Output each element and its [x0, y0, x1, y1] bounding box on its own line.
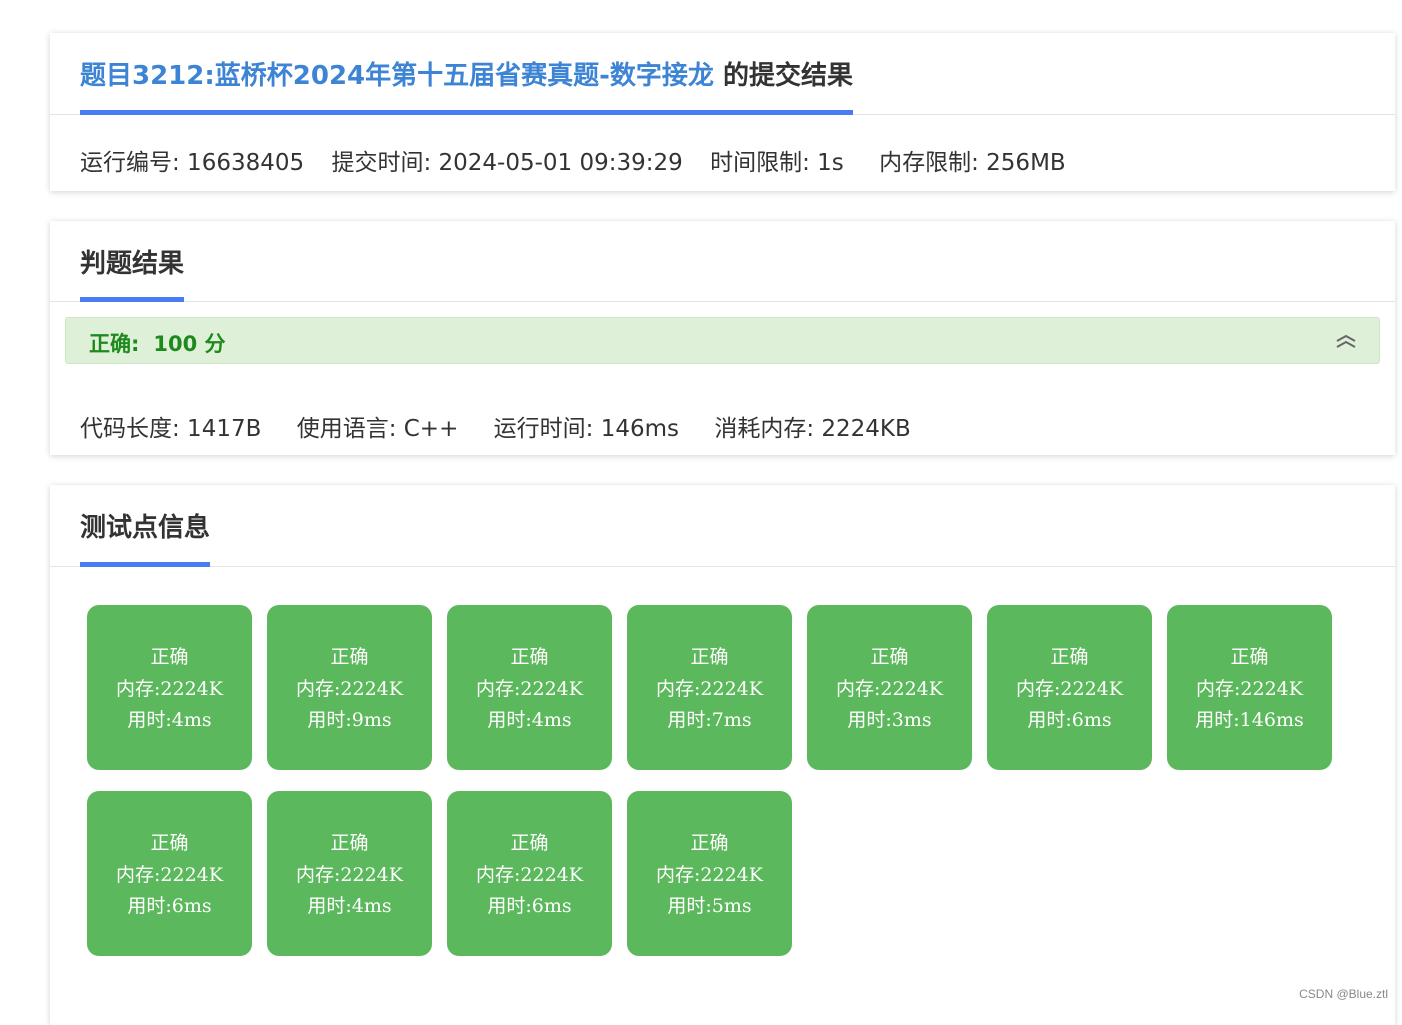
testcase-memory: 内存:2224K [116, 677, 223, 700]
testcase-time: 用时:146ms [1195, 709, 1304, 731]
testcase-status: 正确 [690, 832, 729, 854]
testcase-heading: 测试点信息 [80, 507, 211, 567]
testcase-memory: 内存:2224K [476, 677, 583, 700]
testcase-memory: 内存:2224K [836, 677, 943, 700]
testcase-status: 正确 [1230, 646, 1269, 668]
testcase-tile[interactable]: 正确内存:2224K 用时:4ms [87, 605, 252, 770]
submission-panel: 题目3212:蓝桥杯2024年第十五届省赛真题-数字接龙 的提交结果 运行编号:… [50, 33, 1395, 191]
result-status-text: 正确: 100 分 [89, 328, 226, 358]
testcase-time: 用时:9ms [307, 709, 392, 731]
page-title-suffix: 的提交结果 [713, 61, 853, 91]
testcase-status: 正确 [510, 646, 549, 668]
testcase-memory: 内存:2224K [1196, 677, 1303, 700]
memory-limit: 内存限制: 256MB [879, 150, 1066, 176]
testcase-panel-header: 测试点信息 [50, 485, 1395, 567]
testcase-tile[interactable]: 正确内存:2224K 用时:4ms [267, 791, 432, 956]
testcase-memory: 内存:2224K [476, 863, 583, 886]
testcase-status: 正确 [690, 646, 729, 668]
testcase-time: 用时:4ms [487, 709, 572, 731]
submit-time: 提交时间: 2024-05-01 09:39:29 [331, 150, 683, 176]
run-time: 运行时间: 146ms [493, 416, 680, 442]
judge-stats-line: 代码长度: 1417B 使用语言: C++ 运行时间: 146ms 消耗内存: … [80, 409, 931, 443]
result-score: 100 分 [153, 332, 226, 356]
problem-title-link[interactable]: 题目3212:蓝桥杯2024年第十五届省赛真题-数字接龙 [80, 61, 714, 91]
testcase-time: 用时:5ms [667, 895, 752, 917]
testcase-time: 用时:3ms [847, 709, 932, 731]
judge-result-heading: 判题结果 [80, 243, 185, 302]
testcase-time: 用时:6ms [487, 895, 572, 917]
result-status: 正确: [89, 332, 140, 356]
result-status-bar[interactable]: 正确: 100 分 [65, 317, 1380, 364]
testcase-tile[interactable]: 正确内存:2224K 用时:5ms [627, 791, 792, 956]
submission-panel-header: 题目3212:蓝桥杯2024年第十五届省赛真题-数字接龙 的提交结果 [50, 33, 1395, 115]
testcase-tile[interactable]: 正确内存:2224K 用时:7ms [627, 605, 792, 770]
testcase-tile[interactable]: 正确内存:2224K 用时:6ms [987, 605, 1152, 770]
testcase-tile[interactable]: 正确内存:2224K 用时:6ms [87, 791, 252, 956]
testcase-time: 用时:6ms [127, 895, 212, 917]
double-chevron-up-icon[interactable] [1335, 332, 1357, 350]
time-limit: 时间限制: 1s [710, 150, 844, 176]
testcase-memory: 内存:2224K [656, 677, 763, 700]
testcase-tile[interactable]: 正确内存:2224K 用时:9ms [267, 605, 432, 770]
testcase-tile[interactable]: 正确内存:2224K 用时:146ms [1167, 605, 1332, 770]
run-id: 运行编号: 16638405 [80, 150, 305, 176]
testcase-tile[interactable]: 正确内存:2224K 用时:6ms [447, 791, 612, 956]
judge-result-header: 判题结果 [50, 221, 1395, 302]
language: 使用语言: C++ [296, 416, 459, 442]
memory-used: 消耗内存: 2224KB [714, 416, 911, 442]
testcase-memory: 内存:2224K [1016, 677, 1123, 700]
testcase-time: 用时:6ms [1027, 709, 1112, 731]
testcase-panel: 测试点信息 正确 内存:2224K 用时:4ms 正确 内存:2224K 用时:9ms 正确… [50, 485, 1395, 1025]
testcase-time: 用时:7ms [667, 709, 752, 731]
testcase-tile[interactable]: 正确内存:2224K 用时:4ms [447, 605, 612, 770]
testcase-tile[interactable]: 正确内存:2224K 用时:3ms [807, 605, 972, 770]
testcase-status: 正确 [510, 832, 549, 854]
testcase-status: 正确 [1050, 646, 1089, 668]
testcase-status: 正确 [150, 646, 189, 668]
judge-result-panel: 判题结果 正确: 100 分 代码长度: 1417B 使用语言: C++ 运行时间… [50, 221, 1395, 455]
testcase-status: 正确 [150, 832, 189, 854]
submission-info-line: 运行编号: 16638405 提交时间: 2024-05-01 09:39:29… [80, 143, 1086, 177]
testcase-status: 正确 [330, 646, 369, 668]
testcase-status: 正确 [330, 832, 369, 854]
testcase-time: 用时:4ms [127, 709, 212, 731]
testcase-memory: 内存:2224K [116, 863, 223, 886]
testcase-memory: 内存:2224K [296, 863, 403, 886]
page-title: 题目3212:蓝桥杯2024年第十五届省赛真题-数字接龙 的提交结果 [80, 55, 853, 115]
testcase-status: 正确 [870, 646, 909, 668]
testcase-memory: 内存:2224K [656, 863, 763, 886]
testcase-time: 用时:4ms [307, 895, 392, 917]
code-length: 代码长度: 1417B [80, 416, 262, 442]
watermark: CSDN @Blue.ztl [1299, 987, 1388, 1001]
testcase-memory: 内存:2224K [296, 677, 403, 700]
